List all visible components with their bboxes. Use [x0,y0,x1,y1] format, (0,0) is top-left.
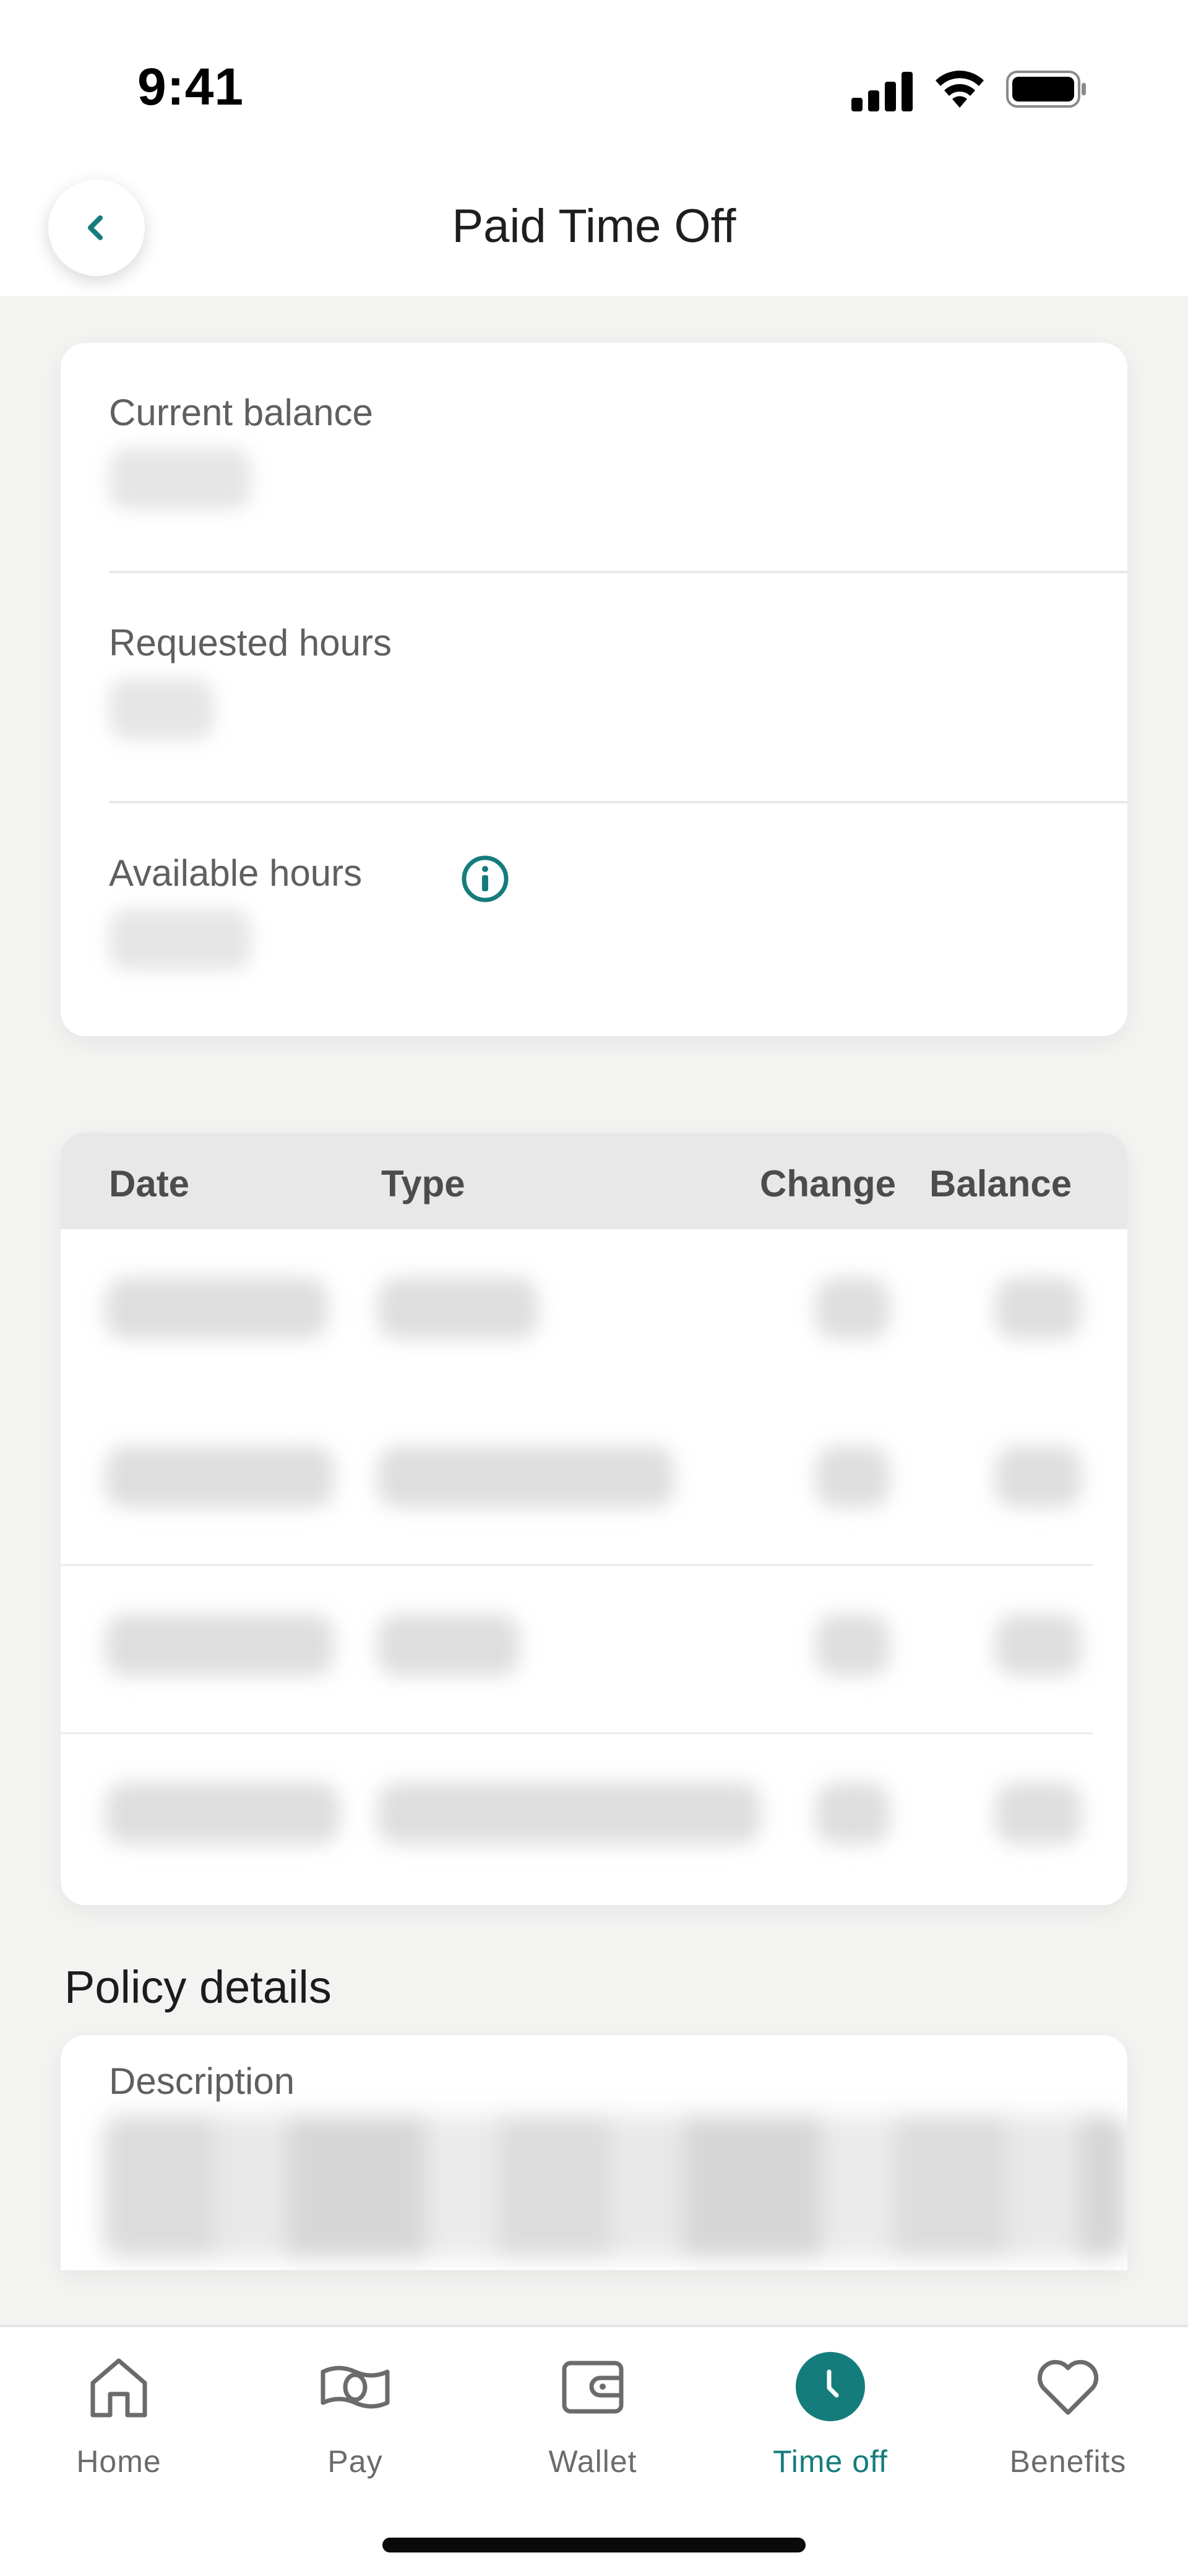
cell-date [105,1277,328,1339]
cell-type [377,1446,674,1508]
wifi-icon [936,71,984,108]
cell-type [377,1277,538,1339]
home-indicator[interactable] [382,2538,806,2552]
description-label: Description [109,2060,295,2102]
cell-balance [995,1614,1082,1676]
current-balance-row: Current balance [61,343,1127,573]
battery-icon [1006,71,1086,108]
cell-balance [995,1277,1082,1339]
cell-date [105,1446,334,1508]
table-row [61,1566,1127,1734]
balance-card: Current balance Requested hours Availabl… [61,343,1127,1036]
policy-card: Description [61,2035,1127,2270]
requested-hours-value [109,678,214,740]
info-circle-icon[interactable] [460,854,510,904]
wallet-icon [556,2349,630,2424]
tab-label: Pay [327,2444,383,2479]
cell-change [816,1783,890,1844]
money-icon [318,2349,392,2424]
cell-date [105,1783,340,1844]
home-icon [82,2349,156,2424]
current-balance-label: Current balance [109,392,373,433]
tab-label: Benefits [1009,2444,1127,2479]
cell-balance [995,1446,1082,1508]
page-title: Paid Time Off [452,200,736,253]
table-row [61,1734,1127,1903]
column-header-balance: Balance [929,1163,1072,1204]
tab-label: Time off [773,2444,888,2479]
available-hours-value [109,909,251,970]
tab-benefits[interactable]: Benefits [975,2349,1161,2498]
tab-label: Wallet [548,2444,637,2479]
cell-balance [995,1783,1082,1844]
cellular-signal-icon [851,72,913,111]
tab-time-off[interactable]: Time off [738,2349,923,2498]
available-hours-row: Available hours [61,803,1127,1034]
tab-pay[interactable]: Pay [262,2349,448,2498]
description-value [103,2116,1127,2258]
cell-change [816,1614,890,1676]
app-header: Paid Time Off [0,155,1188,296]
column-header-type: Type [381,1163,465,1204]
cell-date [105,1614,334,1676]
table-row [61,1229,1127,1398]
requested-hours-row: Requested hours [61,573,1127,803]
status-time: 9:41 [137,58,244,116]
clock-icon [793,2349,867,2424]
table-row [61,1398,1127,1566]
heart-icon [1031,2349,1105,2424]
cell-type [377,1614,520,1676]
table-header: Date Type Change Balance [61,1133,1127,1229]
status-icons [851,67,1087,111]
cell-change [816,1446,890,1508]
available-hours-label: Available hours [109,852,363,894]
requested-hours-label: Requested hours [109,622,392,663]
tab-wallet[interactable]: Wallet [500,2349,686,2498]
policy-section-title: Policy details [64,1961,332,2013]
cell-change [816,1277,890,1339]
tab-home[interactable]: Home [26,2349,212,2498]
cell-type [377,1783,761,1844]
current-balance-value [109,448,251,510]
column-header-date: Date [109,1163,190,1204]
status-bar: 9:41 [0,0,1188,155]
tab-label: Home [76,2444,161,2479]
history-table: Date Type Change Balance [61,1133,1127,1905]
column-header-change: Change [760,1163,897,1204]
